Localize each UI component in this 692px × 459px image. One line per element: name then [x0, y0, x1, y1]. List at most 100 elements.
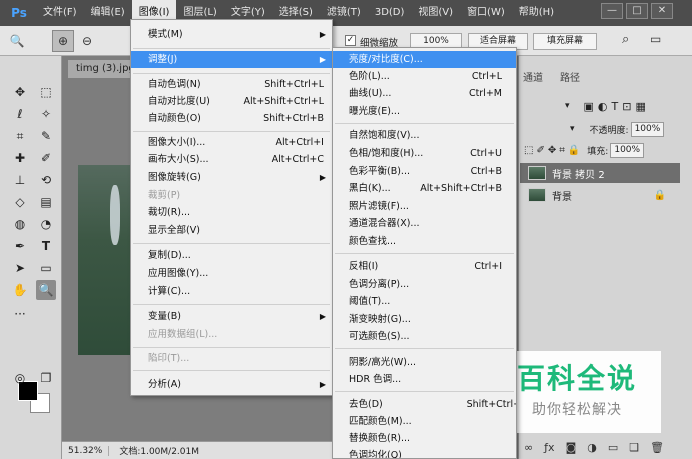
search-icon[interactable]: ⌕ [622, 32, 629, 47]
new-layer-icon[interactable]: ❑ [629, 441, 639, 454]
close-button[interactable]: ✕ [651, 3, 673, 19]
channels-tab[interactable]: 通道 [523, 70, 543, 88]
lock-icon: 🔒 [653, 189, 666, 201]
blur-tool-icon[interactable]: ◍ [10, 214, 30, 234]
more-tools-icon[interactable]: ··· [10, 304, 30, 324]
menu-item-auto-tone[interactable]: 自动色调(N) Shift+Ctrl+L [131, 76, 332, 93]
menu-edit[interactable]: 编辑(E) [84, 0, 132, 26]
menu-item-vibrance[interactable]: 自然饱和度(V)... [333, 127, 516, 144]
menu-3d[interactable]: 3D(D) [368, 0, 412, 26]
chevron-down-icon[interactable]: ▾ [565, 101, 570, 111]
watermark-title: 百科全说 [516, 362, 637, 395]
zoom-tool-preset-icon[interactable]: 🔍 [6, 30, 28, 52]
restore-button[interactable]: □ [626, 3, 648, 19]
menu-item-brightness-contrast[interactable]: 亮度/对比度(C)... [333, 51, 516, 68]
path-select-tool-icon[interactable]: ➤ [10, 258, 30, 278]
menu-item-duplicate[interactable]: 复制(D)... [131, 247, 332, 264]
menu-item-adjust[interactable]: 调整(J) ▶ [131, 51, 332, 68]
blend-mode-chevron-icon[interactable]: ▾ [570, 124, 575, 134]
menu-item-shadows-highlights[interactable]: 阴影/高光(W)... [333, 354, 516, 371]
menu-item-canvas-size[interactable]: 画布大小(S)... Alt+Ctrl+C [131, 151, 332, 168]
rectangle-tool-icon[interactable]: ▭ [36, 258, 56, 278]
type-tool-icon[interactable]: T [36, 236, 56, 256]
menu-item-hdr-toning[interactable]: HDR 色调... [333, 371, 516, 388]
zoom-out-icon[interactable]: ⊖ [76, 30, 98, 52]
menu-item-auto-contrast[interactable]: 自动对比度(U) Alt+Shift+Ctrl+L [131, 93, 332, 110]
menu-item-gradient-map[interactable]: 渐变映射(G)... [333, 311, 516, 328]
gradient-tool-icon[interactable]: ▤ [36, 192, 56, 212]
menu-item-exposure[interactable]: 曝光度(E)... [333, 103, 516, 120]
delete-layer-icon[interactable]: 🗑 [650, 441, 664, 454]
menu-item-apply-image[interactable]: 应用图像(Y)... [131, 265, 332, 282]
zoom-level[interactable]: 51.32% [62, 445, 110, 456]
menu-item-trim[interactable]: 裁切(R)... [131, 204, 332, 221]
marquee-tool-icon[interactable]: ⬚ [36, 82, 56, 102]
menu-item-equalize[interactable]: 色调均化(Q) [333, 447, 516, 458]
menu-item-image-rotation[interactable]: 图像旋转(G) ▶ [131, 169, 332, 186]
zoom-tool-icon[interactable]: 🔍 [36, 280, 56, 300]
menu-item-reveal-all[interactable]: 显示全部(V) [131, 222, 332, 239]
menu-item-invert[interactable]: 反相(I) Ctrl+I [333, 258, 516, 275]
eraser-tool-icon[interactable]: ◇ [10, 192, 30, 212]
stamp-tool-icon[interactable]: ⊥ [10, 170, 30, 190]
menu-item-black-white[interactable]: 黑白(K)... Alt+Shift+Ctrl+B [333, 180, 516, 197]
healing-tool-icon[interactable]: ✚ [10, 148, 30, 168]
menu-item-replace-color[interactable]: 替换颜色(R)... [333, 430, 516, 447]
crop-tool-icon[interactable]: ⌗ [10, 126, 30, 146]
menu-item-auto-color[interactable]: 自动颜色(O) Shift+Ctrl+B [131, 110, 332, 127]
fill-input[interactable]: 100% [610, 142, 645, 158]
quick-mask-icon[interactable]: ◎ [10, 368, 30, 388]
add-mask-icon[interactable]: ◙ [566, 441, 577, 454]
magic-wand-tool-icon[interactable]: ✧ [36, 104, 56, 124]
lock-icons[interactable]: ⬚✐✥⌗🔒 [524, 145, 583, 156]
paths-tab[interactable]: 路径 [560, 70, 580, 88]
fx-icon[interactable]: ƒx [544, 441, 554, 454]
zoom-in-icon[interactable]: ⊕ [52, 29, 74, 52]
menu-item-image-size[interactable]: 图像大小(I)... Alt+Ctrl+I [131, 134, 332, 151]
menu-item-match-color[interactable]: 匹配颜色(M)... [333, 413, 516, 430]
layer-filter-icons[interactable]: ▣◐T⊡▦ [584, 100, 650, 113]
menu-item-channel-mixer[interactable]: 通道混合器(X)... [333, 215, 516, 232]
fine-zoom-checkbox[interactable]: ✓ [345, 35, 356, 46]
menu-item-color-lookup[interactable]: 颜色查找... [333, 233, 516, 250]
menu-item-color-balance[interactable]: 色彩平衡(B)... Ctrl+B [333, 163, 516, 180]
menu-item-hue-saturation[interactable]: 色相/饱和度(H)... Ctrl+U [333, 145, 516, 162]
fill-screen-button[interactable]: 填充屏幕 [533, 33, 597, 50]
menu-item-threshold[interactable]: 阈值(T)... [333, 293, 516, 310]
lasso-tool-icon[interactable]: ℓ [10, 104, 30, 124]
status-bar: 51.32% 文档:1.00M/2.01M [62, 441, 332, 459]
image-menu-dropdown: 模式(M) ▶ 调整(J) ▶ 自动色调(N) Shift+Ctrl+L 自动对比度(… [130, 19, 333, 396]
menu-separator [335, 253, 514, 254]
menu-item-analysis[interactable]: 分析(A) ▶ [131, 376, 332, 393]
menu-window[interactable]: 窗口(W) [460, 0, 512, 26]
menu-help[interactable]: 帮助(H) [512, 0, 561, 26]
minimize-button[interactable]: — [601, 3, 623, 19]
menu-view[interactable]: 视图(V) [411, 0, 460, 26]
menu-item-mode[interactable]: 模式(M) ▶ [131, 26, 332, 43]
eyedropper-tool-icon[interactable]: ✎ [36, 126, 56, 146]
menu-item-desaturate[interactable]: 去色(D)Shift+Ctrl+U [333, 396, 516, 413]
history-brush-icon[interactable]: ⟲ [36, 170, 56, 190]
brush-tool-icon[interactable]: ✐ [36, 148, 56, 168]
move-tool-icon[interactable]: ✥ [10, 82, 30, 102]
menu-item-photo-filter[interactable]: 照片滤镜(F)... [333, 198, 516, 215]
screen-mode-icon[interactable]: ❐ [36, 368, 56, 388]
link-layers-icon[interactable]: ∞ [524, 441, 533, 454]
menu-item-curves[interactable]: 曲线(U)... Ctrl+M [333, 85, 516, 102]
menu-item-levels[interactable]: 色阶(L)... Ctrl+L [333, 68, 516, 85]
hand-tool-icon[interactable]: ✋ [10, 280, 30, 300]
opacity-input[interactable]: 100% [630, 121, 665, 137]
layer-row[interactable]: 背景 拷贝 2 [520, 163, 680, 183]
menu-item-selective-color[interactable]: 可选颜色(S)... [333, 328, 516, 345]
new-group-icon[interactable]: ▭ [608, 441, 618, 454]
menu-separator [133, 347, 330, 348]
dodge-tool-icon[interactable]: ◔ [36, 214, 56, 234]
menu-item-posterize[interactable]: 色调分离(P)... [333, 276, 516, 293]
adjustment-layer-icon[interactable]: ◑ [587, 441, 597, 454]
menu-item-calculations[interactable]: 计算(C)... [131, 283, 332, 300]
menu-file[interactable]: 文件(F) [36, 0, 84, 26]
menu-item-variables[interactable]: 变量(B) ▶ [131, 308, 332, 325]
layer-row[interactable]: 背景 🔒 [520, 185, 680, 205]
pen-tool-icon[interactable]: ✒ [10, 236, 30, 256]
workspace-icon[interactable]: ▭ [650, 32, 661, 46]
